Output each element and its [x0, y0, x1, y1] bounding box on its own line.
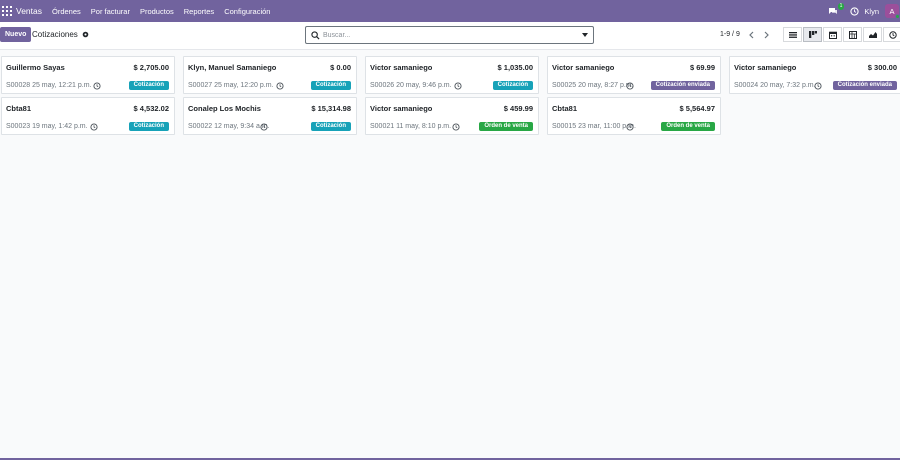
card-reference-date: S00028 25 may, 12:21 p.m.: [6, 82, 92, 89]
card-reference-date: S00026 20 may, 9:46 p.m.: [370, 82, 452, 89]
status-badge: Cotización enviada: [832, 81, 897, 90]
card-reference-date: S00021 11 may, 8:10 p.m.: [370, 123, 452, 130]
menu-por-facturar[interactable]: Por facturar: [91, 7, 130, 16]
status-badge: Orden de venta: [479, 122, 533, 131]
chat-count-badge: 1: [837, 2, 845, 10]
card-customer-name: Cbta81: [552, 104, 578, 113]
card-amount: $ 5,564.97: [679, 104, 715, 113]
activity-clock-icon[interactable]: [454, 82, 462, 90]
kanban-card[interactable]: Victor samaniego $ 1,035.00 S00026 20 may,…: [365, 56, 539, 94]
pager-prev-button[interactable]: [744, 28, 758, 42]
clock-icon: [888, 30, 897, 39]
activity-clock-icon[interactable]: [452, 123, 460, 131]
menu-configuracion[interactable]: Configuración: [224, 7, 270, 16]
card-reference-date: S00024 20 may, 7:32 p.m.: [734, 82, 816, 89]
card-customer-name: Guillermo Sayas: [6, 63, 65, 72]
activity-clock-icon[interactable]: [260, 123, 268, 131]
avatar-letter: A: [889, 6, 895, 16]
kanban-card[interactable]: Cbta81 $ 5,564.97 S00015 23 mar, 11:00 p.m…: [547, 97, 721, 135]
graph-view-button[interactable]: [863, 27, 882, 42]
calendar-view-button[interactable]: [823, 27, 842, 42]
card-amount: $ 1,035.00: [497, 63, 533, 72]
pivot-view-button[interactable]: [843, 27, 862, 42]
status-badge: Cotización: [128, 81, 169, 90]
card-customer-name: Victor samaniego: [734, 63, 797, 72]
navbar-right: 1 Klyn A: [828, 0, 900, 22]
list-view-button[interactable]: [783, 27, 802, 42]
menu-ordenes[interactable]: Órdenes: [52, 7, 81, 16]
search-dropdown-caret-icon[interactable]: [582, 33, 588, 37]
kanban-card[interactable]: Cbta81 $ 4,532.02 S00023 19 may, 1:42 p.m.…: [1, 97, 175, 135]
card-customer-name: Victor samaniego: [552, 63, 615, 72]
status-badge: Cotización enviada: [650, 81, 715, 90]
kanban-icon: [808, 31, 817, 38]
pivot-table-icon: [848, 30, 857, 39]
activity-view-button[interactable]: [883, 27, 900, 42]
search-icon: [311, 31, 320, 40]
activity-clock-icon[interactable]: [90, 123, 98, 131]
status-badge: Cotización: [128, 122, 169, 131]
card-amount: $ 0.00: [330, 63, 351, 72]
card-reference-date: S00015 23 mar, 11:00 p.m.: [552, 123, 636, 130]
pager-next-button[interactable]: [760, 28, 774, 42]
activity-clock-icon[interactable]: [276, 82, 284, 90]
card-reference-date: S00025 20 may, 8:27 p.m.: [552, 82, 634, 89]
chat-icon[interactable]: 1: [828, 2, 845, 16]
card-reference-date: S00022 12 may, 9:34 a.m.: [188, 123, 270, 130]
top-navbar: Ventas Órdenes Por facturar Productos Re…: [0, 0, 900, 22]
kanban-view-button[interactable]: [803, 27, 822, 42]
area-chart-icon: [868, 32, 877, 38]
card-customer-name: Victor samaniego: [370, 104, 433, 113]
activity-clock-icon[interactable]: [626, 82, 634, 90]
card-customer-name: Klyn, Manuel Samaniego: [188, 63, 277, 72]
status-badge: Cotización: [492, 81, 533, 90]
kanban-card[interactable]: Victor samaniego $ 300.00 S00024 20 may, 7…: [729, 56, 900, 94]
page-title: Cotizaciones: [32, 30, 78, 39]
kanban-card[interactable]: Conalep Los Mochis $ 15,314.98 S00022 12 m…: [183, 97, 357, 135]
user-name[interactable]: Klyn: [864, 7, 879, 16]
menu-reportes[interactable]: Reportes: [184, 7, 214, 16]
card-reference-date: S00027 25 may, 12:20 p.m.: [188, 82, 274, 89]
kanban-card[interactable]: Klyn, Manuel Samaniego $ 0.00 S00027 25 ma…: [183, 56, 357, 94]
card-amount: $ 69.99: [689, 63, 715, 72]
gear-icon[interactable]: [82, 31, 89, 38]
card-amount: $ 2,705.00: [133, 63, 169, 72]
online-status-dot: [895, 14, 900, 19]
card-customer-name: Victor samaniego: [370, 63, 433, 72]
activity-clock-icon[interactable]: [626, 123, 634, 131]
card-customer-name: Conalep Los Mochis: [188, 104, 261, 113]
list-icon: [788, 31, 797, 38]
view-switcher: [783, 27, 900, 42]
kanban-card[interactable]: Victor samaniego $ 459.99 S00021 11 may, 8…: [365, 97, 539, 135]
card-amount: $ 15,314.98: [311, 104, 351, 113]
search-box[interactable]: [305, 26, 594, 44]
status-badge: Orden de venta: [661, 122, 715, 131]
app-brand[interactable]: Ventas: [16, 6, 42, 16]
activity-clock-icon[interactable]: [814, 82, 822, 90]
search-input[interactable]: [323, 29, 573, 41]
chevron-left-icon: [749, 31, 754, 39]
pager-value[interactable]: 1-9 / 9: [720, 31, 740, 38]
card-customer-name: Cbta81: [6, 104, 32, 113]
status-badge: Cotización: [310, 122, 351, 131]
avatar[interactable]: A: [885, 4, 900, 19]
status-badge: Cotización: [310, 81, 351, 90]
card-amount: $ 300.00: [867, 63, 897, 72]
apps-grid-icon[interactable]: [2, 6, 12, 16]
control-panel: Nuevo Cotizaciones 1-9 / 9: [0, 22, 900, 50]
calendar-icon: [828, 31, 837, 39]
new-button[interactable]: Nuevo: [0, 27, 32, 42]
kanban-card[interactable]: Victor samaniego $ 69.99 S00025 20 may, 8:…: [547, 56, 721, 94]
card-reference-date: S00023 19 may, 1:42 p.m.: [6, 123, 88, 130]
activity-clock-icon[interactable]: [850, 6, 860, 16]
menu-productos[interactable]: Productos: [140, 7, 174, 16]
card-amount: $ 4,532.02: [133, 104, 169, 113]
kanban-card[interactable]: Guillermo Sayas $ 2,705.00 S00028 25 may, …: [1, 56, 175, 94]
activity-clock-icon[interactable]: [93, 82, 101, 90]
card-amount: $ 459.99: [503, 104, 533, 113]
chevron-right-icon: [764, 31, 769, 39]
